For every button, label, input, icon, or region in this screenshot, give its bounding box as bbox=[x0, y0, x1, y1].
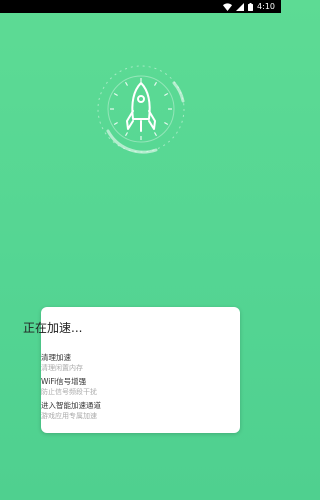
item-title: WiFi信号增强 bbox=[41, 377, 87, 386]
wifi-icon bbox=[223, 2, 233, 11]
item-subtitle: 防止信号频段干扰 bbox=[41, 388, 97, 396]
dial-tick bbox=[153, 132, 158, 137]
rocket-icon bbox=[126, 82, 156, 132]
dial-tick bbox=[113, 121, 118, 126]
dial-tick bbox=[124, 132, 129, 137]
progress-dial bbox=[96, 61, 186, 161]
list-item-smart-channel: 进入智能加速通道 游戏应用专属加速 bbox=[41, 401, 231, 421]
item-subtitle: 清理闲置内存 bbox=[41, 364, 83, 372]
battery-icon bbox=[248, 2, 254, 11]
status-time: 4:10 bbox=[257, 2, 275, 11]
progress-card: 正在加速... 清理加速 清理闲置内存 WiFi信号增强 防止信号频段干扰 进入… bbox=[23, 307, 240, 433]
item-title: 进入智能加速通道 bbox=[41, 401, 101, 410]
signal-icon bbox=[236, 2, 245, 11]
status-icons: 4:10 bbox=[223, 0, 275, 13]
list-item-wifi-boost: WiFi信号增强 防止信号频段干扰 bbox=[41, 377, 231, 397]
dial-tick bbox=[164, 121, 169, 126]
item-title: 清理加速 bbox=[41, 353, 71, 362]
status-bar: 4:10 bbox=[0, 0, 281, 13]
dial-tick bbox=[164, 92, 169, 97]
item-subtitle: 游戏应用专属加速 bbox=[41, 412, 97, 420]
dial-tick bbox=[113, 92, 118, 97]
dial-tick bbox=[124, 81, 129, 86]
dial-tick bbox=[153, 81, 158, 86]
list-item-clean-boost: 清理加速 清理闲置内存 bbox=[41, 353, 231, 373]
card-title: 正在加速... bbox=[23, 321, 83, 335]
